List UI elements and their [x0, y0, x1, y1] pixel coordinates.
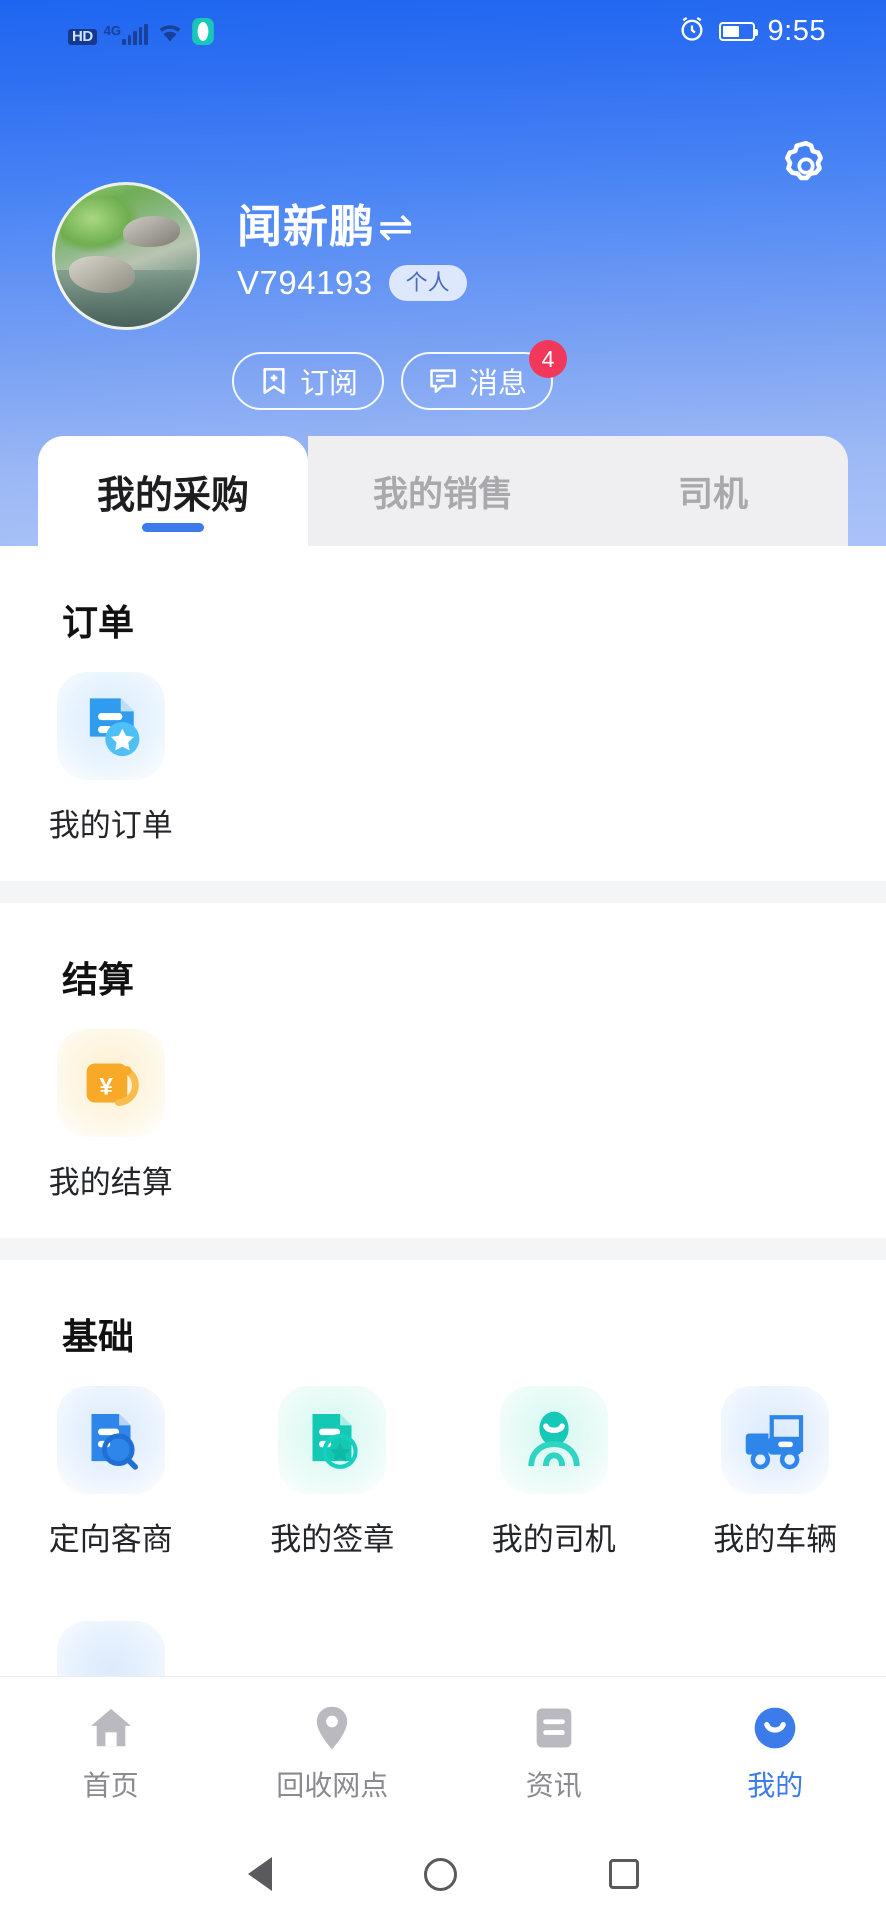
nav-label: 资讯	[525, 1769, 582, 1801]
location-pin-icon	[317, 1706, 348, 1749]
section-title: 订单	[62, 602, 135, 643]
gear-icon	[785, 140, 823, 181]
profile-icon	[754, 1707, 796, 1748]
grid-item-my-driver[interactable]: 我的司机	[443, 1386, 665, 1559]
alarm-icon	[678, 15, 706, 48]
avatar[interactable]	[52, 182, 200, 330]
grid-item-label: 我的订单	[48, 808, 173, 843]
hd-icon: HD	[68, 28, 97, 45]
tab-active-indicator	[142, 523, 204, 532]
news-icon	[536, 1708, 572, 1747]
nav-item-home[interactable]: 首页	[0, 1702, 222, 1804]
wallet-yuan-icon: ¥	[86, 1063, 139, 1106]
messages-button[interactable]: 消息 4	[401, 340, 568, 410]
nav-label: 首页	[82, 1769, 139, 1801]
home-circle-icon[interactable]	[423, 1857, 457, 1891]
icon-tile	[721, 1386, 830, 1494]
user-name-row[interactable]: 闻新鹏 ⇌	[237, 200, 467, 254]
svg-text:¥: ¥	[99, 1073, 113, 1100]
tab-driver[interactable]: 司机	[578, 436, 848, 546]
grid-item-my-settlement[interactable]: ¥ 我的结算	[0, 1029, 222, 1202]
tab-my-sales[interactable]: 我的销售	[308, 436, 578, 546]
section-title: 基础	[62, 1316, 135, 1357]
grid-item-label: 我的签章	[270, 1522, 395, 1557]
truck-icon	[746, 1415, 804, 1470]
section-orders: 订单 我的订单	[0, 546, 886, 881]
subscribe-button[interactable]: 订阅	[232, 352, 385, 410]
section-basic: 基础 定向客商 我的签章 我的司机 我的车辆	[0, 1260, 886, 1706]
grid-item-label: 我的司机	[491, 1522, 616, 1557]
profile-section: 闻新鹏 ⇌ V794193 个人 订阅 消息 4	[0, 182, 886, 410]
grid-item-directed-customer[interactable]: 定向客商	[0, 1386, 222, 1559]
nav-item-news[interactable]: 资讯	[443, 1702, 665, 1804]
settings-button[interactable]	[780, 140, 832, 197]
nav-label: 回收网点	[276, 1769, 389, 1801]
driver-person-icon	[528, 1411, 580, 1467]
back-triangle-icon[interactable]	[247, 1857, 272, 1891]
clock-label: 9:55	[767, 14, 826, 47]
document-seal-star-icon	[312, 1414, 358, 1469]
nav-item-profile[interactable]: 我的	[665, 1702, 886, 1804]
status-bar-left: HD 4G	[68, 17, 214, 45]
main-content[interactable]: 订单 我的订单 结算 ¥ 我的结算 基础 定向客商 我的签章 我的司机 我的车辆	[0, 546, 886, 1706]
icon-tile	[56, 672, 165, 780]
recents-square-icon[interactable]	[608, 1859, 639, 1889]
tab-bar: 我的采购 我的销售 司机	[38, 436, 848, 546]
section-grid: 我的订单	[0, 646, 886, 881]
user-name: 闻新鹏	[237, 201, 376, 252]
home-icon	[90, 1708, 131, 1746]
icon-tile: ¥	[56, 1029, 165, 1137]
wifi-icon	[155, 21, 185, 45]
tab-my-purchase[interactable]: 我的采购	[38, 436, 308, 546]
subscribe-label: 订阅	[300, 368, 359, 400]
status-bar: HD 4G 9:55	[0, 0, 886, 62]
network-type-label: 4G	[103, 22, 122, 38]
icon-tile	[499, 1386, 608, 1494]
bookmark-plus-icon	[263, 368, 285, 394]
chat-bubble-icon	[430, 369, 456, 393]
profile-info: 闻新鹏 ⇌ V794193 个人	[237, 182, 467, 302]
signal-icon: 4G	[103, 22, 148, 45]
android-navigation-bar	[0, 1828, 886, 1920]
messages-label: 消息	[469, 368, 528, 400]
document-search-icon	[91, 1414, 138, 1470]
section-grid: 定向客商 我的签章 我的司机 我的车辆	[0, 1360, 886, 1595]
grid-item-label: 我的车辆	[713, 1522, 838, 1557]
section-title: 结算	[62, 959, 135, 1000]
bottom-navigation: 首页 回收网点 资讯 我的	[0, 1676, 886, 1828]
grid-item-my-order[interactable]: 我的订单	[0, 672, 222, 845]
account-type-badge: 个人	[388, 265, 467, 301]
signal-bars	[122, 23, 148, 45]
status-bar-right: 9:55	[678, 15, 826, 48]
tab-label: 我的采购	[96, 474, 249, 517]
battery-icon	[718, 21, 758, 41]
profile-actions: 订阅 消息 4	[232, 340, 886, 410]
section-divider	[0, 881, 886, 903]
icon-tile	[56, 1386, 165, 1494]
section-grid: ¥ 我的结算	[0, 1003, 886, 1238]
icon-tile	[278, 1386, 387, 1494]
tab-label: 我的销售	[372, 474, 513, 514]
grid-item-label: 定向客商	[48, 1522, 173, 1557]
tab-label: 司机	[677, 474, 748, 514]
vpn-icon	[191, 17, 214, 45]
switch-account-icon[interactable]: ⇌	[378, 200, 414, 254]
document-star-icon	[89, 698, 140, 757]
nav-label: 我的	[747, 1769, 804, 1801]
section-settlement: 结算 ¥ 我的结算	[0, 903, 886, 1238]
nav-item-recycling-points[interactable]: 回收网点	[222, 1702, 444, 1804]
messages-badge: 4	[529, 340, 568, 378]
grid-item-my-vehicle[interactable]: 我的车辆	[665, 1386, 886, 1559]
grid-item-my-seal[interactable]: 我的签章	[222, 1386, 444, 1559]
user-id: V794193	[237, 264, 373, 301]
grid-item-label: 我的结算	[48, 1165, 173, 1200]
section-divider	[0, 1238, 886, 1260]
profile-row: 闻新鹏 ⇌ V794193 个人	[0, 182, 886, 330]
user-id-row: V794193 个人	[237, 264, 467, 302]
